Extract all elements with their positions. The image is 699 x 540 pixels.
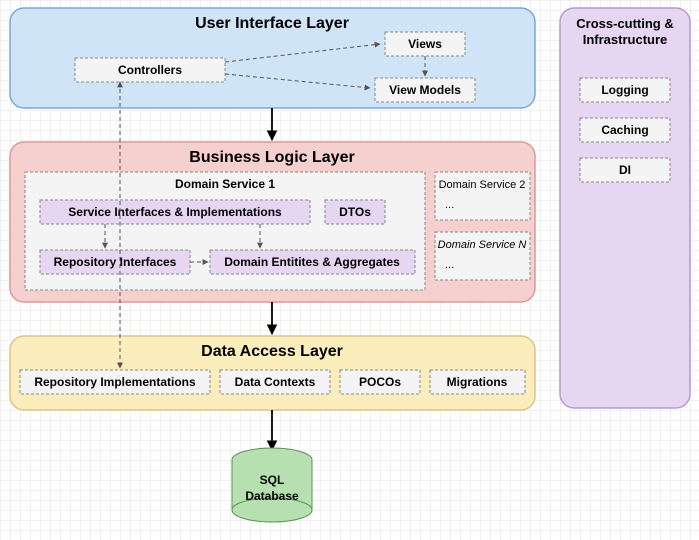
repo-interfaces-label: Repository Interfaces xyxy=(54,255,177,269)
caching-label: Caching xyxy=(601,123,648,137)
views-box: Views xyxy=(385,32,465,56)
controllers-box: Controllers xyxy=(75,58,225,82)
domain-service-2: Domain Service 2 ... xyxy=(435,172,530,220)
pocos-box: POCOs xyxy=(340,370,420,394)
business-logic-layer: Business Logic Layer Domain Service 1 Se… xyxy=(10,142,535,302)
domain-entities-label: Domain Entitites & Aggregates xyxy=(224,255,400,269)
ds1-title: Domain Service 1 xyxy=(175,177,275,191)
controllers-label: Controllers xyxy=(118,63,182,77)
dtos-box: DTOs xyxy=(325,200,385,224)
dtos-label: DTOs xyxy=(339,205,371,219)
ui-layer-title: User Interface Layer xyxy=(195,15,349,32)
bll-title: Business Logic Layer xyxy=(189,149,354,166)
data-access-layer: Data Access Layer Repository Implementat… xyxy=(10,336,535,410)
service-interfaces-box: Service Interfaces & Implementations xyxy=(40,200,310,224)
view-models-box: View Models xyxy=(375,78,475,102)
views-label: Views xyxy=(408,37,442,51)
ds2-dots: ... xyxy=(445,199,454,211)
dal-title: Data Access Layer xyxy=(201,343,343,360)
data-contexts-label: Data Contexts xyxy=(235,375,316,389)
logging-label: Logging xyxy=(601,83,648,97)
db-label-2: Database xyxy=(245,489,299,503)
di-label: DI xyxy=(619,163,631,177)
db-label-1: SQL xyxy=(260,473,285,487)
repo-impl-box: Repository Implementations xyxy=(20,370,210,394)
pocos-label: POCOs xyxy=(359,375,401,389)
domain-service-1: Domain Service 1 Service Interfaces & Im… xyxy=(25,172,425,290)
ui-layer: User Interface Layer Controllers Views V… xyxy=(10,8,535,108)
service-interfaces-label: Service Interfaces & Implementations xyxy=(68,205,282,219)
data-contexts-box: Data Contexts xyxy=(220,370,330,394)
sql-database: SQL Database xyxy=(232,448,312,522)
ds2-title: Domain Service 2 xyxy=(439,179,526,191)
dsN-dots: ... xyxy=(445,259,454,271)
dsN-title: Domain Service N xyxy=(438,239,527,251)
cross-title-2: Infrastructure xyxy=(583,32,668,47)
view-models-label: View Models xyxy=(389,83,461,97)
crosscutting-layer: Cross-cutting & Infrastructure Logging C… xyxy=(560,8,690,408)
migrations-label: Migrations xyxy=(447,375,508,389)
di-box: DI xyxy=(580,158,670,182)
logging-box: Logging xyxy=(580,78,670,102)
cross-title-1: Cross-cutting & xyxy=(576,16,674,31)
migrations-box: Migrations xyxy=(430,370,525,394)
repo-interfaces-box: Repository Interfaces xyxy=(40,250,190,274)
domain-entities-box: Domain Entitites & Aggregates xyxy=(210,250,415,274)
repo-impl-label: Repository Implementations xyxy=(34,375,196,389)
caching-box: Caching xyxy=(580,118,670,142)
domain-service-n: Domain Service N ... xyxy=(435,232,530,280)
